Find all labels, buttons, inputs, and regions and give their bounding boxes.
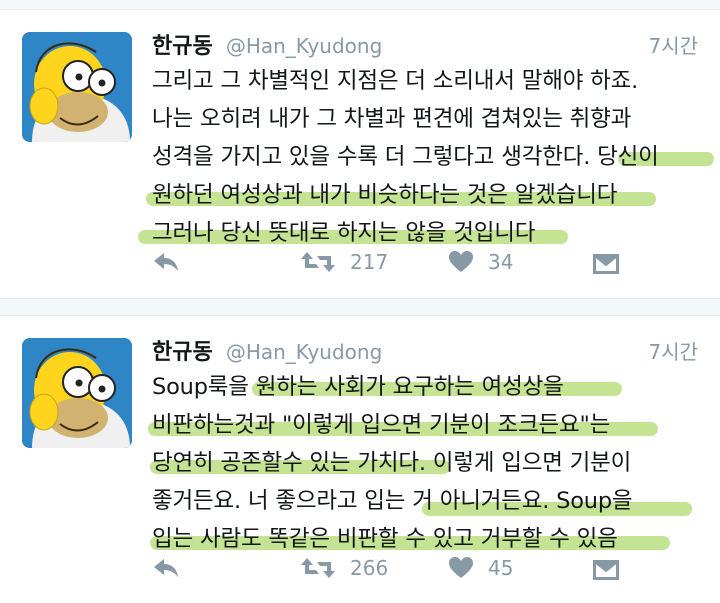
avatar[interactable] <box>22 338 132 448</box>
tweet-line: 원하던 여성상과 내가 비슷하다는 것은 알겠습니다 <box>146 176 707 214</box>
reply-button[interactable] <box>152 556 180 580</box>
username[interactable]: @Han_Kyudong <box>226 340 382 364</box>
tweet-line: 당연히 공존할수 있는 가치다. 이렇게 입으면 기분이 <box>150 450 632 476</box>
tweet-line: 나는 오히려 내가 그 차별과 편견에 겹쳐있는 취향과 <box>152 106 632 132</box>
message-button[interactable] <box>592 250 620 276</box>
tweet-line: 성격을 가지고 있을 수록 더 그렇다고 생각한다. 당신이 <box>152 138 714 176</box>
tweet[interactable]: 한규동 @Han_Kyudong 7시간 Soup룩을 원하는 사회가 요구하는… <box>0 316 720 603</box>
tweet[interactable]: 한규동 @Han_Kyudong 7시간 그리고 그 차별적인 지점은 더 소리… <box>0 10 720 298</box>
top-divider <box>0 0 720 10</box>
tweet-line: 입는 사람도 똑같은 비판할 수 있고 거부할 수 있음 <box>150 520 707 558</box>
reply-button[interactable] <box>152 250 180 274</box>
reply-icon <box>152 250 180 274</box>
reply-icon <box>152 556 180 580</box>
timestamp[interactable]: 7시간 <box>648 336 698 365</box>
username[interactable]: @Han_Kyudong <box>226 34 382 58</box>
avatar[interactable] <box>22 32 132 142</box>
tweet-line: 그러나 당신 뜻대로 하지는 않을 것입니다 <box>138 214 707 252</box>
tweet-divider <box>0 298 720 316</box>
like-count: 34 <box>488 250 514 274</box>
tweet-line: 그리고 그 차별적인 지점은 더 소리내서 말해야 하죠. <box>152 68 639 94</box>
timestamp[interactable]: 7시간 <box>648 30 698 59</box>
message-button[interactable] <box>592 556 620 582</box>
like-count: 45 <box>488 556 514 580</box>
heart-icon <box>448 250 474 274</box>
like-button[interactable]: 45 <box>448 556 513 580</box>
retweet-count: 217 <box>350 250 389 274</box>
tweet-line: 비판하는것과 "이렇게 입으면 기분이 조크든요"는 <box>148 406 707 444</box>
tweet-line: Soup룩을 원하는 사회가 요구하는 여성상을 <box>152 368 707 406</box>
tweet-text: 그리고 그 차별적인 지점은 더 소리내서 말해야 하죠. 나는 오히려 내가 … <box>138 62 714 252</box>
tweet-actions: 217 34 <box>152 250 622 284</box>
tweet-text: Soup룩을 원하는 사회가 요구하는 여성상을 비판하는것과 "이렇게 입으면… <box>148 368 707 558</box>
retweet-button[interactable]: 217 <box>300 250 388 274</box>
tweet-header: 한규동 @Han_Kyudong 7시간 <box>152 28 698 60</box>
tweet-line: 좋거든요. 너 좋으라고 입는 거 아니거든요. Soup을 <box>152 482 707 520</box>
display-name[interactable]: 한규동 <box>152 340 213 365</box>
envelope-icon <box>592 250 620 276</box>
envelope-icon <box>592 556 620 582</box>
retweet-icon <box>300 250 336 274</box>
tweet-actions: 266 45 <box>152 556 622 590</box>
heart-icon <box>448 556 474 580</box>
retweet-button[interactable]: 266 <box>300 556 388 580</box>
display-name[interactable]: 한규동 <box>152 34 213 59</box>
retweet-icon <box>300 556 336 580</box>
tweet-header: 한규동 @Han_Kyudong 7시간 <box>152 334 698 366</box>
retweet-count: 266 <box>350 556 389 580</box>
like-button[interactable]: 34 <box>448 250 513 274</box>
